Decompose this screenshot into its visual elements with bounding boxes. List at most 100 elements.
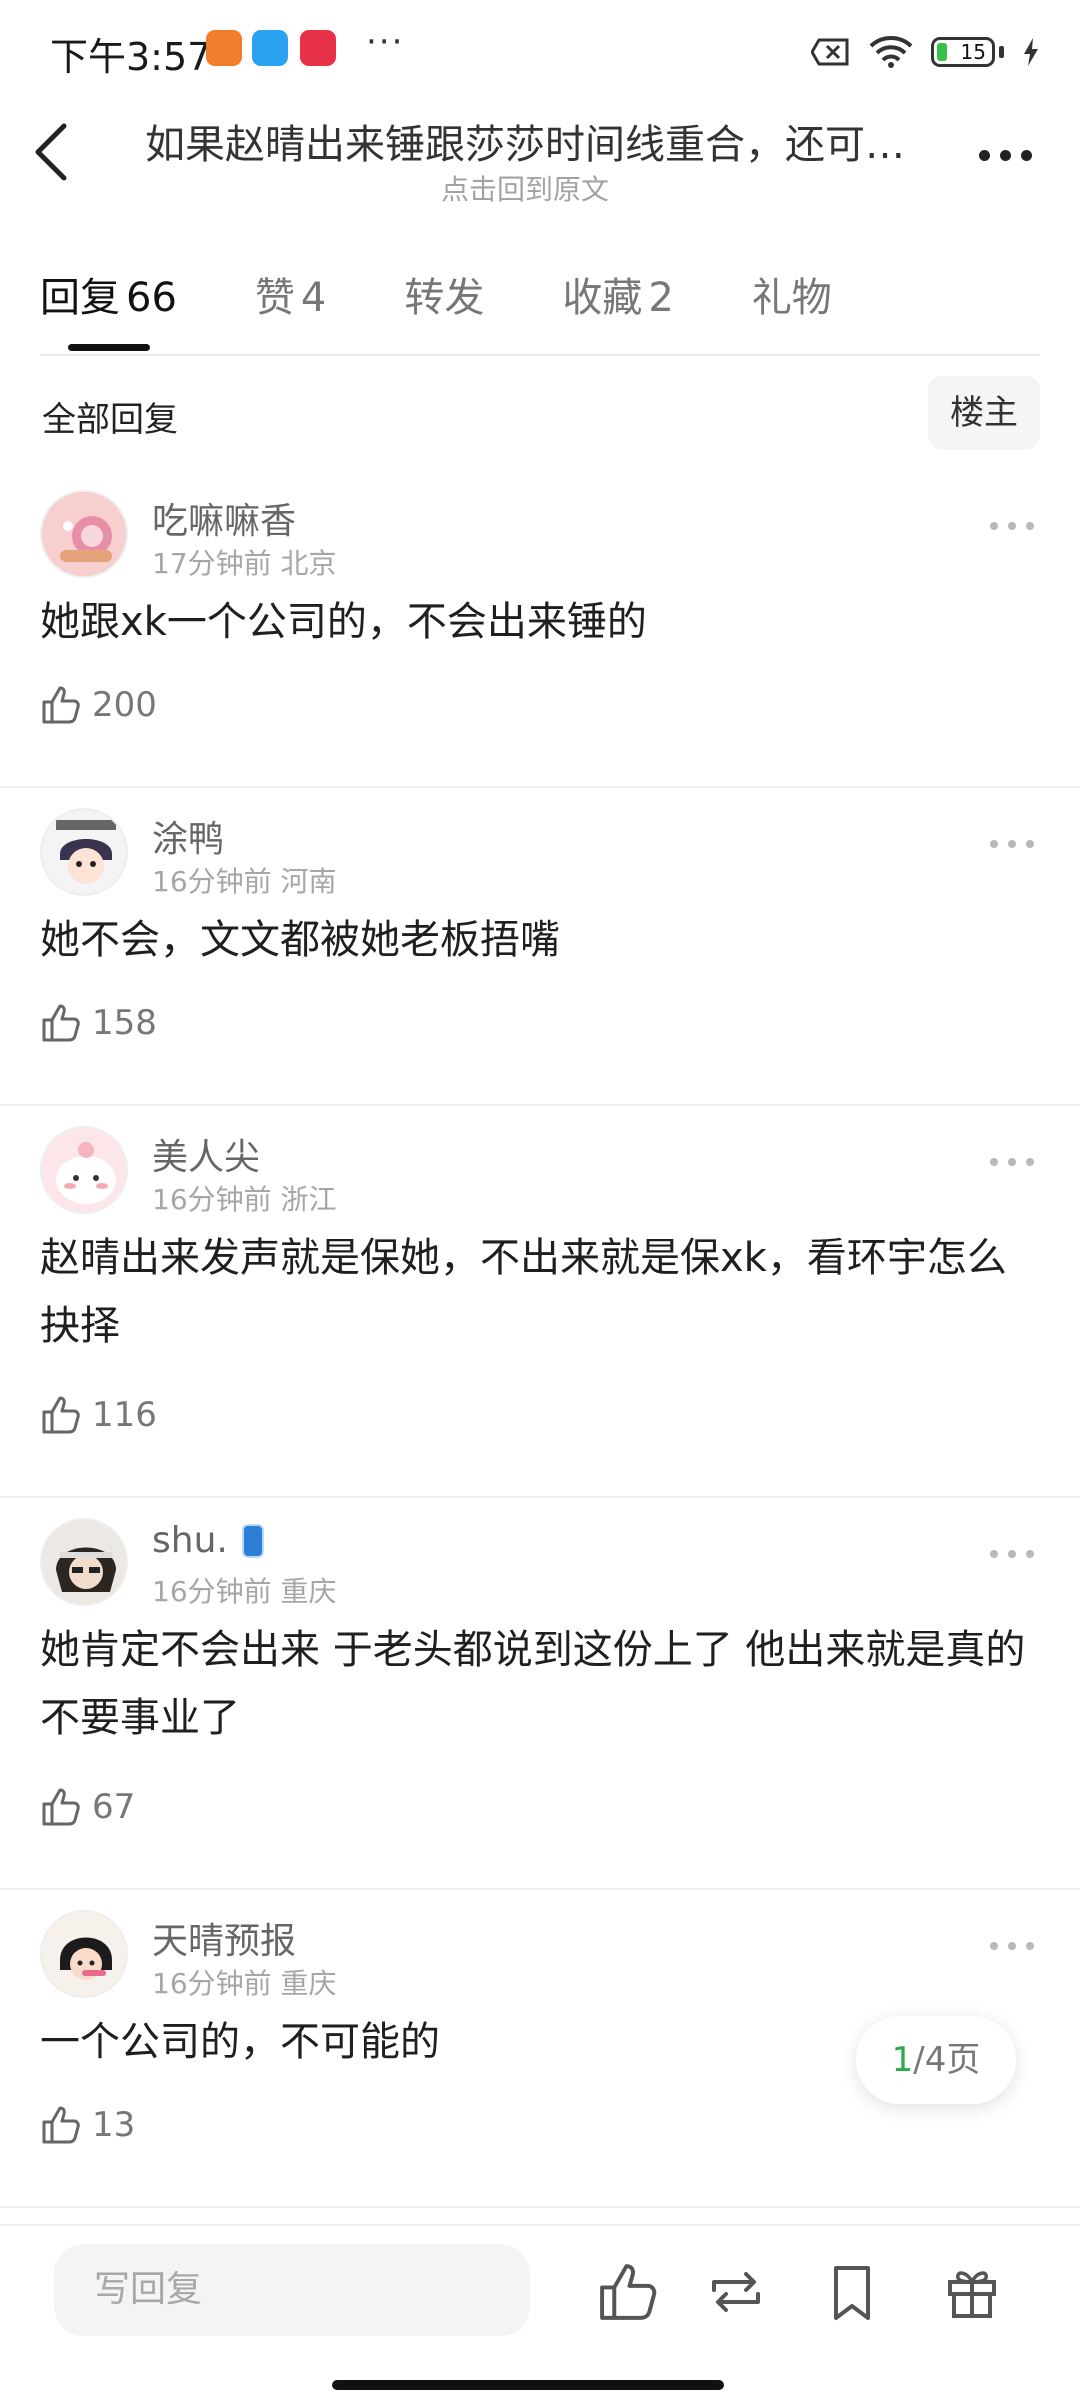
username[interactable]: 美人尖: [152, 1128, 260, 1180]
avatar[interactable]: [40, 490, 128, 578]
page-indicator[interactable]: 1/4页: [856, 2016, 1016, 2104]
comment-time: 16分钟前: [152, 1183, 272, 1216]
comment-item: 涂鸭 16分钟前 河南 她不会，文文都被她老板捂嘴 158: [0, 788, 1080, 1106]
comment-list: 吃嘛嘛香 17分钟前 北京 她跟xk一个公司的，不会出来锤的 200 涂鸭 16…: [0, 470, 1080, 2208]
comment-location: 重庆: [280, 1967, 337, 2000]
comment-item: 美人尖 16分钟前 浙江 赵晴出来发声就是保她，不出来就是保xk，看环宇怎么抉择…: [0, 1106, 1080, 1498]
home-indicator[interactable]: [332, 2380, 724, 2390]
notification-app-icon-orange: [206, 30, 242, 66]
comment-more-button[interactable]: [990, 1158, 1034, 1166]
like-button[interactable]: 158: [40, 1002, 157, 1044]
like-count: 200: [92, 685, 157, 725]
total-pages: /4页: [913, 2040, 981, 2080]
like-count: 158: [92, 1003, 157, 1043]
avatar-image: [42, 1520, 126, 1604]
tab-replies[interactable]: 回复 66: [40, 265, 177, 351]
comment-more-button[interactable]: [990, 1942, 1034, 1950]
tab-label: 赞: [254, 275, 295, 321]
like-button[interactable]: 200: [40, 684, 157, 726]
comment-meta: 17分钟前 北京: [152, 542, 337, 582]
comment-more-button[interactable]: [990, 840, 1034, 848]
thumbs-up-icon: [42, 2106, 80, 2144]
thumbs-up-icon: [42, 1788, 80, 1826]
avatar-image: [42, 1128, 126, 1212]
tab-likes[interactable]: 赞4: [255, 265, 326, 345]
reply-input[interactable]: 写回复: [54, 2244, 530, 2336]
comment-location: 浙江: [280, 1183, 337, 1216]
repost-button[interactable]: [704, 2260, 768, 2324]
username[interactable]: 涂鸭: [152, 810, 224, 862]
comment-meta: 16分钟前 重庆: [152, 1570, 337, 1610]
like-count: 67: [92, 1787, 136, 1827]
notification-app-icon-blue: [252, 30, 288, 66]
comment-location: 河南: [280, 865, 337, 898]
tab-count: 2: [648, 275, 674, 321]
avatar-image: [42, 1912, 126, 1996]
like-post-button[interactable]: [596, 2260, 660, 2324]
comment-meta: 16分钟前 重庆: [152, 1962, 337, 2002]
op-only-button[interactable]: 楼主: [928, 376, 1040, 450]
battery-level: 15: [960, 40, 986, 64]
avatar[interactable]: [40, 808, 128, 896]
gift-button[interactable]: [940, 2260, 1004, 2324]
like-button[interactable]: 116: [40, 1394, 157, 1436]
comment-more-button[interactable]: [990, 1550, 1034, 1558]
username[interactable]: 吃嘛嘛香: [152, 492, 296, 544]
status-icons: 15: [811, 32, 1040, 72]
comment-meta: 16分钟前 浙江: [152, 1178, 337, 1218]
tab-favorites[interactable]: 收藏 2: [562, 265, 673, 345]
comment-time: 16分钟前: [152, 865, 272, 898]
status-bar: 下午3:57 ··· 15: [0, 0, 1080, 100]
thumbs-up-icon: [42, 1396, 80, 1434]
avatar[interactable]: [40, 1518, 128, 1606]
thumbs-up-icon: [42, 1004, 80, 1042]
comment-time: 16分钟前: [152, 1575, 272, 1608]
post-title[interactable]: 如果赵晴出来锤跟莎莎时间线重合，还可…: [130, 112, 920, 170]
thumbs-up-icon: [42, 686, 80, 724]
like-button[interactable]: 13: [40, 2104, 135, 2146]
battery-icon: 15: [931, 37, 995, 67]
more-icon-dot: [978, 149, 990, 161]
username[interactable]: shu.: [152, 1520, 264, 1561]
comment-location: 重庆: [280, 1575, 337, 1608]
username-text: shu.: [152, 1520, 228, 1561]
bottom-action-bar: 写回复: [0, 2224, 1080, 2402]
avatar[interactable]: [40, 1126, 128, 1214]
thumbs-up-icon: [600, 2264, 657, 2320]
tab-label: 转发: [404, 275, 485, 321]
tab-label: 收藏: [562, 275, 643, 321]
tab-reposts[interactable]: 转发: [404, 265, 484, 345]
avatar-image: [42, 810, 126, 894]
comment-text: 赵晴出来发声就是保她，不出来就是保xk，看环宇怎么抉择: [40, 1235, 1007, 1349]
like-count: 116: [92, 1395, 157, 1435]
username[interactable]: 天晴预报: [152, 1912, 296, 1964]
back-button[interactable]: [30, 122, 90, 192]
like-button[interactable]: 67: [40, 1786, 135, 1828]
bookmark-button[interactable]: [820, 2260, 884, 2324]
more-notifications-icon: ···: [366, 22, 405, 62]
tab-gifts[interactable]: 礼物: [752, 265, 832, 345]
comment-item: shu. 16分钟前 重庆 她肯定不会出来 于老头都说到这份上了 他出来就是真的…: [0, 1498, 1080, 1890]
comment-text: 她肯定不会出来 于老头都说到这份上了 他出来就是真的不要事业了: [40, 1627, 1026, 1741]
repost-icon: [712, 2272, 760, 2312]
gift-icon: [948, 2271, 996, 2318]
like-count: 13: [92, 2105, 136, 2145]
avatar-image: [42, 492, 126, 576]
more-options-button[interactable]: [970, 140, 1040, 170]
all-replies-label: 全部回复: [42, 400, 178, 440]
back-to-original-link[interactable]: 点击回到原文: [130, 168, 920, 208]
tab-label: 回复: [40, 275, 120, 321]
battery-nub: [999, 46, 1004, 58]
status-time: 下午3:57: [50, 35, 212, 79]
comment-text: 她不会，文文都被她老板捂嘴: [40, 917, 560, 963]
charging-icon: [1024, 38, 1038, 66]
active-tab-indicator: [68, 344, 150, 351]
bookmark-icon: [834, 2266, 870, 2320]
more-icon-dot: [999, 149, 1011, 161]
tab-divider: [40, 354, 1040, 356]
comment-time: 17分钟前: [152, 547, 272, 580]
comment-more-button[interactable]: [990, 522, 1034, 530]
comment-meta: 16分钟前 河南: [152, 860, 337, 900]
avatar[interactable]: [40, 1910, 128, 1998]
tab-count: 4: [300, 275, 327, 321]
